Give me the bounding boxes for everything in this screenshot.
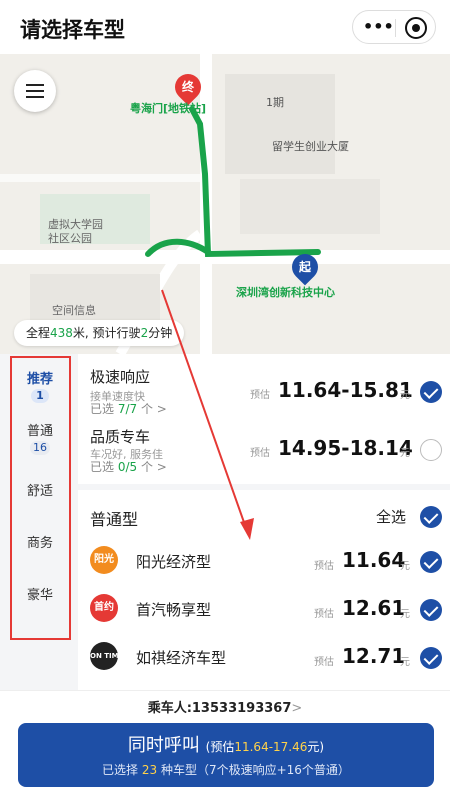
chevron-right-icon: > xyxy=(291,701,303,716)
route-map[interactable]: 终 粤海门[地铁站] 1期 留学生创业大厦 虚拟大学园 社区公园 起 深圳湾创新… xyxy=(0,54,450,354)
page-title: 请选择车型 xyxy=(20,18,125,42)
end-pin-label: 终 xyxy=(181,80,194,94)
app-screen: 请选择车型 ••• 终 粤海门[地铁站] 1期 留学生创业大厦 虚拟大学园 社区… xyxy=(0,0,450,800)
select-all-checkbox[interactable] xyxy=(420,506,442,528)
side-road xyxy=(0,174,200,182)
price-unit: 元 xyxy=(400,448,410,459)
start-pin-label: 起 xyxy=(298,260,311,274)
top-bar: 请选择车型 ••• xyxy=(0,0,450,54)
end-station-label: 粤海门[地铁站] xyxy=(130,102,207,115)
call-est-prefix: (预估 xyxy=(205,740,235,754)
call-est-range: 11.64-17.46 xyxy=(234,740,308,754)
start-location-pin: 起 xyxy=(286,248,324,286)
section-title-normal: 普通型 xyxy=(90,510,139,529)
passenger-label: 乘车人: xyxy=(147,701,192,716)
provider-price: 12.61 xyxy=(342,596,406,620)
group-title: 极速响应 xyxy=(90,368,151,386)
more-dots-icon[interactable]: ••• xyxy=(363,15,394,39)
estimate-label: 预估 xyxy=(250,390,270,401)
category-highlight-frame xyxy=(10,356,71,640)
hamburger-menu-icon xyxy=(26,84,44,86)
price-range: 11.64-15.81 xyxy=(278,378,413,402)
sel-suffix: 个 > xyxy=(137,402,167,416)
provider-checkbox[interactable] xyxy=(420,647,442,669)
provider-logo-icon: 首约 xyxy=(90,594,118,622)
provider-name: 阳光经济型 xyxy=(136,553,212,571)
passenger-phone: 13533193367 xyxy=(191,701,292,716)
summary-suffix: 分钟 xyxy=(148,326,173,340)
sel-count: 7/7 xyxy=(117,402,138,416)
selected-prefix: 已选择 xyxy=(102,763,142,777)
hamburger-menu-icon-bar xyxy=(26,96,44,98)
provider-checkbox[interactable] xyxy=(420,599,442,621)
section-divider xyxy=(78,484,450,490)
car-type-list: 极速响应 接单速度快 已选 7/7 个 > 预估 11.64-15.81 元 品… xyxy=(78,354,450,694)
bottom-bar: 乘车人:13533193367> 同时呼叫 (预估11.64-17.46元) 已… xyxy=(0,690,450,800)
provider-name: 首汽畅享型 xyxy=(136,601,212,619)
selected-suffix: 种车型（7个极速响应+16个普通） xyxy=(157,763,350,777)
estimate-label: 预估 xyxy=(314,561,334,572)
estimate-label: 预估 xyxy=(314,657,334,668)
estimate-label: 预估 xyxy=(314,609,334,620)
park-label-line2: 社区公园 xyxy=(48,232,92,245)
call-button-line1: 同时呼叫 (预估11.64-17.46元) xyxy=(18,731,434,757)
call-est-suffix: 元) xyxy=(307,740,325,754)
trip-summary: 全程438米, 预计行驶2分钟 xyxy=(14,320,185,346)
mini-program-capsule: ••• xyxy=(352,10,436,44)
phase-label: 1期 xyxy=(266,96,284,109)
group-selected-count[interactable]: 已选 0/5 个 > xyxy=(90,458,167,475)
building-label: 留学生创业大厦 xyxy=(272,140,349,153)
provider-logo-icon: 阳光 xyxy=(90,546,118,574)
group-selected-count[interactable]: 已选 7/7 个 > xyxy=(90,400,167,417)
start-place-label: 深圳湾创新科技中心 xyxy=(236,286,335,299)
hamburger-menu-icon-bar xyxy=(26,90,44,92)
group-checkbox[interactable] xyxy=(420,381,442,403)
sel-prefix: 已选 xyxy=(90,402,118,416)
sel-count: 0/5 xyxy=(117,460,138,474)
estimate-label: 预估 xyxy=(250,448,270,459)
sel-prefix: 已选 xyxy=(90,460,118,474)
price-unit: 元 xyxy=(400,657,410,668)
call-label: 同时呼叫 xyxy=(127,735,200,756)
sel-suffix: 个 > xyxy=(137,460,167,474)
group-checkbox[interactable] xyxy=(420,439,442,461)
price-range: 14.95-18.14 xyxy=(278,436,413,460)
campus-block xyxy=(240,179,380,234)
park-label: 虚拟大学园 社区公园 xyxy=(48,218,103,246)
group-title: 品质专车 xyxy=(90,428,151,446)
select-all-label[interactable]: 全选 xyxy=(376,506,406,527)
map-menu-button[interactable] xyxy=(14,70,56,112)
building-block xyxy=(225,74,335,174)
selected-count: 23 xyxy=(141,763,158,777)
price-unit: 元 xyxy=(400,390,410,401)
provider-price: 12.71 xyxy=(342,644,406,668)
provider-checkbox[interactable] xyxy=(420,551,442,573)
target-close-icon[interactable] xyxy=(405,17,427,39)
price-unit: 元 xyxy=(400,561,410,572)
park-label-line1: 虚拟大学园 xyxy=(48,218,103,231)
call-button-line2: 已选择 23 种车型（7个极速响应+16个普通） xyxy=(18,761,434,778)
price-unit: 元 xyxy=(400,609,410,620)
provider-name: 如祺经济车型 xyxy=(136,649,227,667)
capsule-divider xyxy=(395,19,396,37)
summary-mid: 米, 预计行驶 xyxy=(72,326,141,340)
provider-price: 11.64 xyxy=(342,548,406,572)
space-info-label: 空间信息 xyxy=(52,304,96,317)
passenger-selector[interactable]: 乘车人:13533193367> xyxy=(0,697,450,716)
call-now-button[interactable]: 同时呼叫 (预估11.64-17.46元) 已选择 23 种车型（7个极速响应+… xyxy=(18,723,434,787)
provider-logo-icon: ON TIME xyxy=(90,642,118,670)
summary-prefix: 全程 xyxy=(26,326,51,340)
summary-distance: 438 xyxy=(50,326,73,340)
